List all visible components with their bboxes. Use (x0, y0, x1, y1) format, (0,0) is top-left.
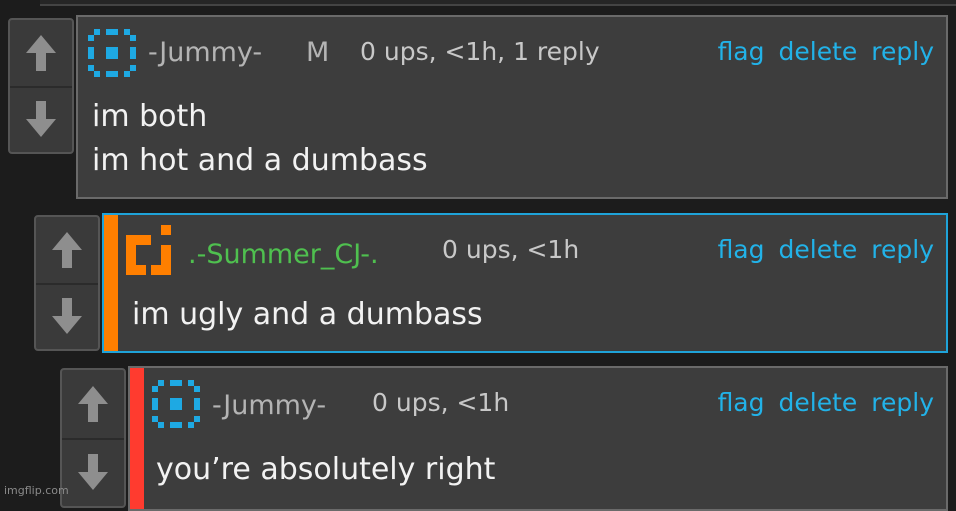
upvote-button[interactable] (62, 370, 124, 440)
flag-link[interactable]: flag (718, 388, 765, 417)
blue-pixel-avatar-icon[interactable] (152, 380, 200, 428)
up-arrow-icon (52, 232, 82, 268)
comment-line: im ugly and a dumbass (132, 297, 483, 332)
username[interactable]: .-Summer_CJ-. (188, 239, 379, 270)
comment-text: im both im hot and a dumbass (92, 95, 428, 183)
comment-actions: flag delete reply (704, 37, 934, 66)
vote-box (60, 368, 126, 508)
orange-bracket-avatar-icon[interactable] (126, 225, 176, 275)
upvote-button[interactable] (36, 217, 98, 285)
blue-pixel-avatar-icon[interactable] (88, 29, 136, 77)
delete-link[interactable]: delete (779, 235, 858, 264)
comment-meta: 0 ups, <1h (442, 235, 580, 264)
down-arrow-icon (52, 298, 82, 334)
downvote-button[interactable] (62, 438, 124, 506)
up-arrow-icon (78, 386, 108, 422)
down-arrow-icon (78, 454, 108, 490)
comment-actions: flag delete reply (704, 388, 934, 417)
user-badge: M (306, 37, 330, 68)
flag-link[interactable]: flag (718, 235, 765, 264)
username[interactable]: -Jummy- (212, 390, 326, 421)
comment: -Jummy- M 0 ups, <1h, 1 reply flag delete… (76, 15, 948, 199)
comment-meta: 0 ups, <1h (372, 388, 510, 417)
comment: -Jummy- 0 ups, <1h flag delete reply you’r… (128, 366, 948, 511)
flag-link[interactable]: flag (718, 37, 765, 66)
comment-header: -Jummy- 0 ups, <1h flag delete reply (130, 368, 946, 428)
comment-text: im ugly and a dumbass (132, 293, 483, 337)
comment-header: -Jummy- M 0 ups, <1h, 1 reply flag delete… (78, 17, 946, 77)
delete-link[interactable]: delete (779, 388, 858, 417)
watermark: imgflip.com (4, 484, 69, 497)
comment-meta: 0 ups, <1h, 1 reply (360, 37, 600, 66)
delete-link[interactable]: delete (779, 37, 858, 66)
comment-line: you’re absolutely right (156, 452, 496, 487)
comment-line: im hot and a dumbass (92, 143, 428, 178)
comment-line: im both (92, 99, 208, 134)
up-arrow-icon (26, 35, 56, 71)
downvote-button[interactable] (36, 283, 98, 349)
upvote-button[interactable] (10, 20, 72, 88)
vote-box (8, 18, 74, 154)
reply-link[interactable]: reply (871, 388, 934, 417)
comment-actions: flag delete reply (704, 235, 934, 264)
comment-text: you’re absolutely right (156, 448, 495, 492)
downvote-button[interactable] (10, 86, 72, 152)
reply-link[interactable]: reply (871, 235, 934, 264)
reply-link[interactable]: reply (871, 37, 934, 66)
comment-selected: .-Summer_CJ-. 0 ups, <1h flag delete reply… (102, 213, 948, 353)
comment-header: .-Summer_CJ-. 0 ups, <1h flag delete reply (104, 215, 946, 275)
vote-box (34, 215, 100, 351)
down-arrow-icon (26, 101, 56, 137)
previous-comment-edge (40, 0, 956, 6)
username[interactable]: -Jummy- (148, 37, 262, 68)
